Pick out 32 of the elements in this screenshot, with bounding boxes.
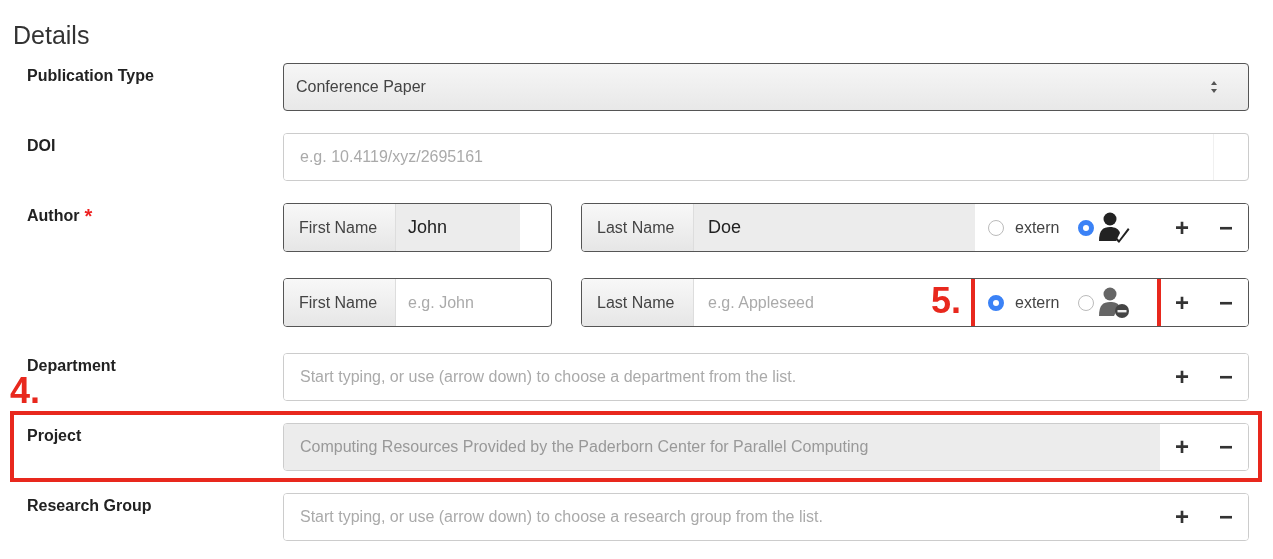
dropdown-arrows-icon [1210, 80, 1218, 94]
radio-label: extern [1015, 218, 1060, 237]
required-asterisk: * [84, 206, 93, 226]
field-label: Department [27, 356, 116, 376]
first-name-field[interactable]: First Name John [283, 203, 552, 252]
section-title: Details [12, 20, 91, 43]
input-label: First Name [284, 204, 396, 251]
first-name-field[interactable]: First Name e.g. John [283, 278, 552, 327]
field-label: Publication Type [27, 66, 154, 86]
field-label: DOI [27, 136, 56, 156]
input-field[interactable]: Doe [694, 204, 975, 251]
annotation-number: 5. [931, 283, 962, 319]
field-label: Author [27, 206, 80, 226]
select-field[interactable]: Conference Paper [283, 63, 1249, 111]
field-label: Project [27, 426, 82, 446]
person-check-icon [1098, 211, 1132, 244]
annotation-number: 4. [10, 373, 41, 409]
lookup-field[interactable]: Start typing, or use (arrow down) to choose a research group from the list. + − [283, 493, 1249, 541]
input-label: Last Name [582, 279, 694, 326]
last-name-field[interactable]: Last Name Doe extern + − [581, 203, 1249, 252]
radio-button[interactable] [988, 219, 1004, 236]
person-minus-icon [1098, 286, 1132, 319]
input-field[interactable]: John [396, 204, 520, 251]
input-label: First Name [284, 279, 396, 326]
field-label: Research Group [27, 496, 152, 516]
radio-button[interactable] [1078, 294, 1095, 311]
radio-button[interactable] [1078, 219, 1095, 236]
input-label: Last Name [582, 204, 694, 251]
radio-button[interactable] [988, 294, 1004, 311]
last-name-field[interactable]: Last Name e.g. Appleseed 5. extern + − [581, 278, 1249, 327]
lookup-field[interactable]: Start typing, or use (arrow down) to choose a department from the list. + − [283, 353, 1249, 401]
radio-label: extern [1015, 293, 1060, 312]
